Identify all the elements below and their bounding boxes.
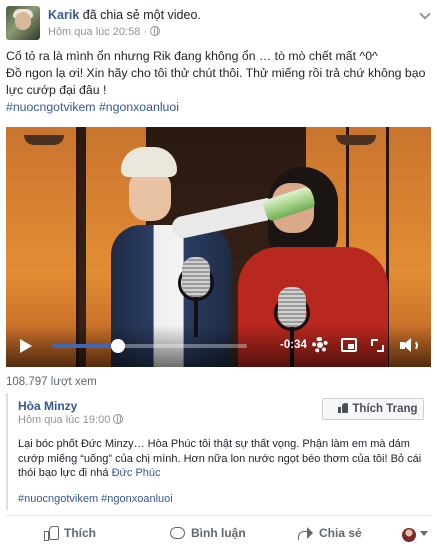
- tagged-person-link[interactable]: Đức Phúc: [112, 467, 161, 479]
- seek-handle[interactable]: [111, 339, 126, 353]
- chevron-down-icon[interactable]: [419, 8, 431, 20]
- volume-icon[interactable]: [400, 338, 418, 354]
- shared-post: Hòa Minzy Hôm qua lúc 19:00 Thích Trang …: [6, 393, 431, 510]
- like-label: Thích: [64, 526, 96, 540]
- post-actions: Thích Bình luận Chia sẻ: [6, 515, 431, 549]
- shared-post-body: Lại bóc phốt Đức Minzy… Hòa Phúc tôi thậ…: [18, 438, 422, 479]
- video-controls: -0:34: [6, 325, 431, 367]
- like-page-label: Thích Trang: [352, 403, 418, 415]
- caption-line-2: Đồ ngon lạ ơi! Xin hãy cho tôi thử chút …: [6, 66, 426, 97]
- globe-icon: [113, 414, 124, 424]
- shared-post-author[interactable]: Hòa Minzy: [18, 399, 77, 413]
- like-icon: [44, 526, 59, 541]
- post-meta: Hôm qua lúc 20:58 ·: [48, 26, 161, 38]
- share-button[interactable]: Chia sẻ: [298, 522, 362, 544]
- video-player[interactable]: -0:34: [6, 127, 431, 367]
- mic-head: [182, 257, 210, 297]
- ceiling-lamp: [24, 135, 64, 145]
- post-caption: Cố tỏ ra là mình ổn nhưng Rik đang không…: [6, 48, 426, 116]
- author-avatar[interactable]: [6, 6, 40, 40]
- post-author-line: Karik đã chia sẻ một video.: [48, 8, 201, 22]
- actor-selector-chevron-icon[interactable]: [420, 531, 428, 536]
- actor-avatar[interactable]: [402, 528, 416, 542]
- shared-post-hashtags[interactable]: #nuocngotvikem #ngonxoanluoi: [18, 493, 173, 505]
- view-count: 108.797 lượt xem: [6, 376, 97, 388]
- caption-line-1: Cố tỏ ra là mình ổn nhưng Rik đang không…: [6, 49, 378, 63]
- caption-hashtags: #nuocngotvikem #ngonxoanluoi: [6, 99, 426, 116]
- time-remaining: -0:34: [280, 339, 307, 351]
- feed-post: Karik đã chia sẻ một video. Hôm qua lúc …: [0, 0, 437, 549]
- male-hair: [121, 147, 177, 177]
- hashtag-link[interactable]: #nuocngotvikem #ngonxoanluoi: [6, 100, 179, 114]
- author-name[interactable]: Karik: [48, 8, 79, 22]
- meta-separator: ·: [143, 26, 148, 38]
- thumbs-up-icon: [338, 403, 349, 413]
- comment-label: Bình luận: [191, 526, 246, 540]
- shared-post-time[interactable]: Hôm qua lúc 19:00: [18, 414, 110, 426]
- speaker-cone: [403, 338, 411, 352]
- sound-wave: [411, 340, 418, 351]
- share-icon: [298, 527, 313, 540]
- picture-in-picture-icon[interactable]: [341, 338, 357, 352]
- post-timestamp[interactable]: Hôm qua lúc 20:58: [48, 26, 140, 38]
- like-page-button[interactable]: Thích Trang: [322, 398, 424, 420]
- share-label: Chia sẻ: [319, 526, 362, 540]
- post-header: Karik đã chia sẻ một video. Hôm qua lúc …: [6, 6, 431, 42]
- fullscreen-icon[interactable]: [371, 339, 384, 352]
- comment-icon: [170, 527, 185, 539]
- gear-icon[interactable]: [312, 337, 328, 353]
- globe-icon: [150, 26, 161, 36]
- comment-button[interactable]: Bình luận: [170, 522, 246, 544]
- microphone: [178, 257, 214, 337]
- seek-bar[interactable]: [52, 339, 247, 353]
- ceiling-lamp: [336, 135, 376, 145]
- shared-post-text: Lại bóc phốt Đức Minzy… Hòa Phúc tôi thậ…: [18, 437, 430, 481]
- mic-head: [278, 287, 306, 327]
- avatar-face: [15, 12, 31, 30]
- seek-bar-progress: [52, 344, 119, 348]
- play-icon[interactable]: [20, 339, 32, 353]
- shared-post-timestamp: Hôm qua lúc 19:00: [18, 414, 124, 426]
- share-action-text: đã chia sẻ một video.: [82, 8, 201, 22]
- like-button[interactable]: Thích: [44, 522, 96, 544]
